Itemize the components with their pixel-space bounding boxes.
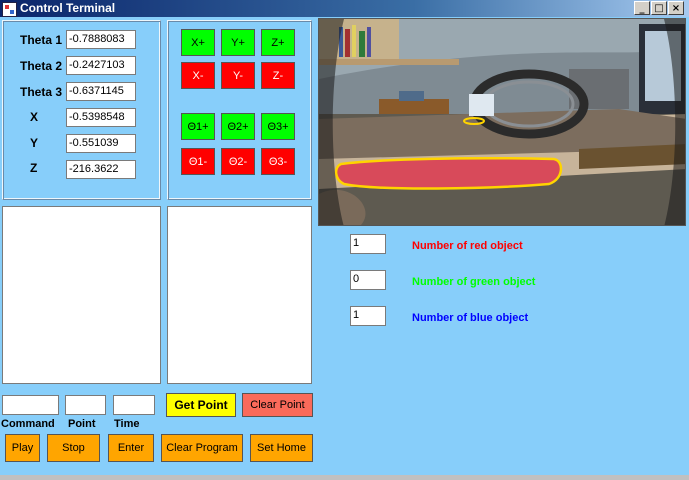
minimize-button[interactable]: _ — [634, 1, 650, 15]
red-count-field[interactable]: 1 — [350, 234, 386, 254]
time-label: Time — [114, 418, 140, 430]
points-listbox[interactable] — [167, 206, 312, 384]
y-minus-button[interactable]: Y- — [221, 62, 255, 89]
y-field[interactable]: -0.551039 — [66, 134, 136, 153]
green-count-field[interactable]: 0 — [350, 270, 386, 290]
theta3-minus-button[interactable]: Θ3- — [261, 148, 295, 175]
command-label: Command — [1, 418, 55, 430]
time-input[interactable] — [113, 395, 155, 415]
theta2-field[interactable]: -0.2427103 — [66, 56, 136, 75]
y-plus-button[interactable]: Y+ — [221, 29, 255, 56]
theta2-plus-button[interactable]: Θ2+ — [221, 113, 255, 140]
x-minus-button[interactable]: X- — [181, 62, 215, 89]
window-title: Control Terminal — [20, 1, 116, 15]
theta1-minus-button[interactable]: Θ1- — [181, 148, 215, 175]
clear-point-button[interactable]: Clear Point — [242, 393, 313, 417]
theta3-plus-button[interactable]: Θ3+ — [261, 113, 295, 140]
green-count-label: Number of green object — [412, 276, 536, 288]
title-bar: Control Terminal _ □ × — [0, 0, 689, 17]
play-button[interactable]: Play — [5, 434, 40, 462]
blue-count-field[interactable]: 1 — [350, 306, 386, 326]
enter-button[interactable]: Enter — [108, 434, 154, 462]
x-field[interactable]: -0.5398548 — [66, 108, 136, 127]
x-label: X — [30, 110, 39, 124]
red-count-label: Number of red object — [412, 240, 523, 252]
camera-feed — [318, 18, 686, 226]
theta3-label: Theta 3 — [20, 85, 63, 99]
z-field[interactable]: -216.3622 — [66, 160, 136, 179]
y-label: Y — [30, 136, 39, 150]
theta2-label: Theta 2 — [20, 59, 63, 73]
theta1-label: Theta 1 — [20, 33, 63, 47]
program-listbox[interactable] — [2, 206, 161, 384]
get-point-button[interactable]: Get Point — [166, 393, 236, 417]
close-button[interactable]: × — [668, 1, 684, 15]
window-bottom-border — [0, 475, 689, 480]
theta1-field[interactable]: -0.7888083 — [66, 30, 136, 49]
z-plus-button[interactable]: Z+ — [261, 29, 295, 56]
theta1-plus-button[interactable]: Θ1+ — [181, 113, 215, 140]
maximize-button[interactable]: □ — [651, 1, 667, 15]
stop-button[interactable]: Stop — [47, 434, 100, 462]
command-input[interactable] — [2, 395, 59, 415]
z-label: Z — [30, 161, 38, 175]
app-icon — [2, 2, 17, 17]
z-minus-button[interactable]: Z- — [261, 62, 295, 89]
blue-count-label: Number of blue object — [412, 312, 529, 324]
theta3-field[interactable]: -0.6371145 — [66, 82, 136, 101]
theta2-minus-button[interactable]: Θ2- — [221, 148, 255, 175]
point-label: Point — [68, 418, 96, 430]
position-panel: Theta 1 -0.7888083 Theta 2 -0.2427103 Th… — [2, 20, 161, 200]
clear-program-button[interactable]: Clear Program — [161, 434, 243, 462]
point-input[interactable] — [65, 395, 106, 415]
camera-image — [319, 19, 685, 225]
jog-panel: X+ Y+ Z+ X- Y- Z- Θ1+ Θ2+ Θ3+ Θ1- Θ2- Θ3… — [167, 20, 312, 200]
set-home-button[interactable]: Set Home — [250, 434, 313, 462]
x-plus-button[interactable]: X+ — [181, 29, 215, 56]
